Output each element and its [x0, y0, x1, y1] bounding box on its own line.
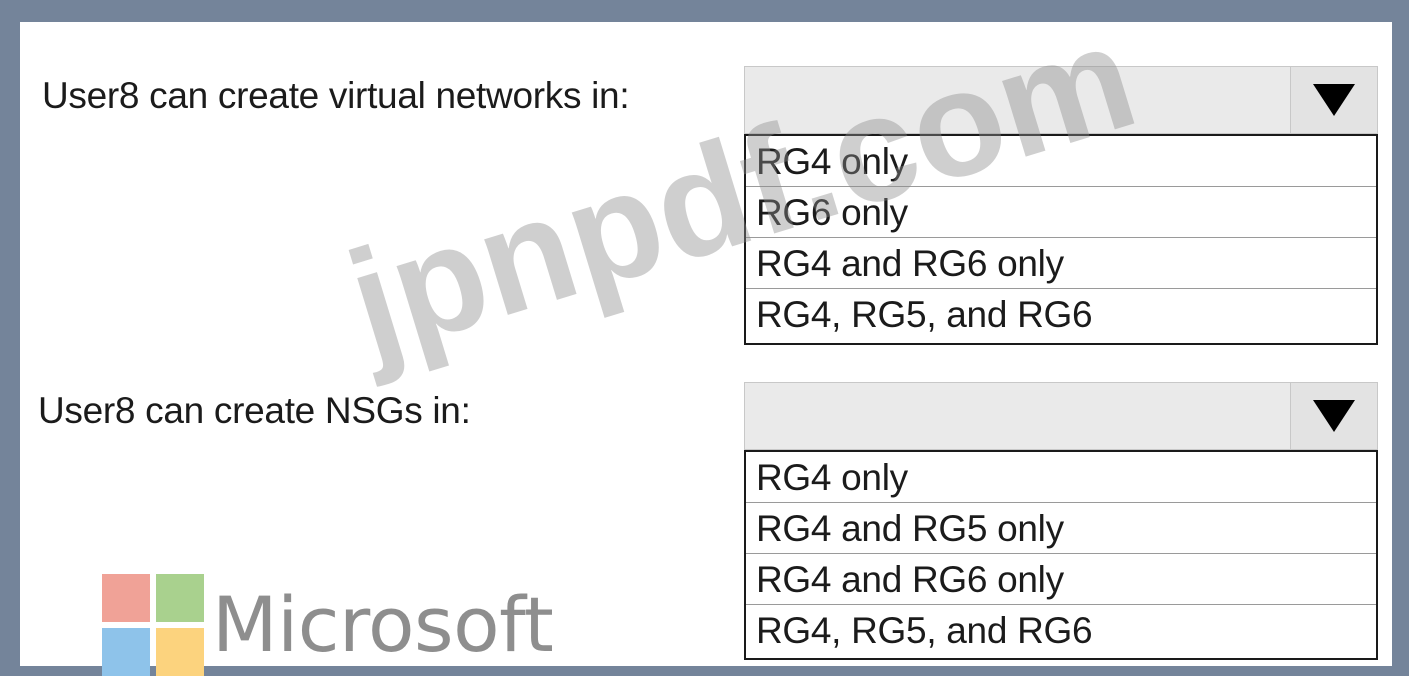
question-1-dropdown-toggle[interactable] [1290, 67, 1377, 133]
question-2-option[interactable]: RG4, RG5, and RG6 [746, 605, 1376, 656]
microsoft-logo: Microsoft [102, 574, 554, 676]
question-2-dropdown[interactable] [744, 382, 1378, 450]
question-1-dropdown[interactable] [744, 66, 1378, 134]
question-1-option[interactable]: RG6 only [746, 187, 1376, 238]
question-2-option[interactable]: RG4 and RG6 only [746, 554, 1376, 605]
triangle-down-icon [1313, 84, 1355, 116]
question-1-options-list: RG4 only RG6 only RG4 and RG6 only RG4, … [744, 134, 1378, 345]
question-2-dropdown-toggle[interactable] [1290, 383, 1377, 449]
question-2-option[interactable]: RG4 and RG5 only [746, 503, 1376, 554]
question-1-option[interactable]: RG4 and RG6 only [746, 238, 1376, 289]
microsoft-logo-icon [102, 574, 204, 676]
question-2-label: User8 can create NSGs in: [38, 390, 471, 431]
question-2-options-list: RG4 only RG4 and RG5 only RG4 and RG6 on… [744, 450, 1378, 660]
triangle-down-icon [1313, 400, 1355, 432]
question-2-option[interactable]: RG4 only [746, 452, 1376, 503]
microsoft-logo-text: Microsoft [212, 580, 554, 669]
question-1-option[interactable]: RG4 only [746, 136, 1376, 187]
question-1-label: User8 can create virtual networks in: [42, 75, 630, 116]
question-1-option[interactable]: RG4, RG5, and RG6 [746, 289, 1376, 340]
